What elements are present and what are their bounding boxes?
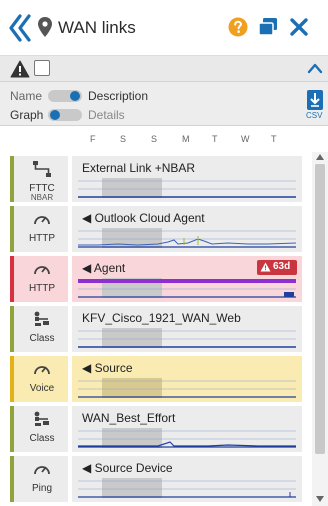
sensor-name: External Link +NBAR bbox=[82, 161, 196, 175]
sensor-sparkline bbox=[78, 228, 296, 248]
sensor-name: ◀ Agent bbox=[82, 261, 125, 275]
sensor-type-tile: Ping bbox=[14, 456, 70, 502]
name-description-toggle-row: Name Description bbox=[10, 87, 148, 105]
csv-label: CSV bbox=[306, 111, 323, 120]
caret-left-icon: ◀ bbox=[82, 261, 94, 275]
sensor-type-label: Class bbox=[29, 333, 55, 344]
sensor-type-label: Voice bbox=[29, 383, 55, 394]
network-icon bbox=[33, 161, 51, 177]
sensor-type-tile: Class bbox=[14, 406, 70, 452]
day-label: F bbox=[90, 134, 96, 144]
sensor-type-tile: Voice bbox=[14, 356, 70, 402]
scroll-up-icon[interactable] bbox=[316, 154, 324, 160]
warning-icon bbox=[10, 60, 30, 78]
class-icon bbox=[34, 411, 49, 426]
graph-details-toggle[interactable] bbox=[48, 109, 82, 121]
sensor-sparkline bbox=[78, 278, 296, 298]
sensor-list: FTTC NBAR External Link +NBAR HTTP ◀ Out bbox=[0, 152, 312, 506]
sensor-name-text: Source Device bbox=[94, 461, 173, 475]
sensor-name: ◀ Source Device bbox=[82, 461, 173, 475]
sensor-panel: ◀ Source Device bbox=[72, 456, 302, 502]
gauge-icon bbox=[34, 216, 50, 225]
sensor-sparkline bbox=[78, 428, 296, 448]
details-option-label: Details bbox=[88, 108, 125, 122]
sensor-sparkline bbox=[78, 478, 296, 498]
sensor-panel: KFV_Cisco_1921_WAN_Web bbox=[72, 306, 302, 352]
description-option-label: Description bbox=[88, 89, 149, 103]
scroll-thumb[interactable] bbox=[315, 164, 325, 454]
toggle-knob bbox=[50, 110, 60, 120]
sensor-type-tile: HTTP bbox=[14, 206, 70, 252]
day-label: S bbox=[120, 134, 127, 144]
scroll-down-icon[interactable] bbox=[316, 496, 324, 502]
sensor-name: KFV_Cisco_1921_WAN_Web bbox=[82, 311, 241, 325]
sensor-type-label: HTTP bbox=[28, 233, 56, 244]
sensor-sparkline bbox=[78, 178, 296, 198]
windows-icon[interactable] bbox=[257, 16, 279, 38]
sensor-row[interactable]: HTTP ◀ Outlook Cloud Agent bbox=[10, 206, 302, 252]
chevron-up-icon[interactable] bbox=[307, 62, 323, 74]
header: WAN links bbox=[0, 0, 328, 56]
warning-filter-checkbox[interactable] bbox=[34, 60, 50, 76]
day-label: M bbox=[182, 134, 190, 144]
sensor-sparkline bbox=[78, 328, 296, 348]
gauge-icon bbox=[34, 266, 50, 275]
toggle-knob bbox=[70, 91, 80, 101]
sensor-row[interactable]: Class WAN_Best_Effort bbox=[10, 406, 302, 452]
day-label: T bbox=[271, 134, 277, 144]
gauge-icon bbox=[34, 366, 50, 375]
scrollbar[interactable] bbox=[312, 152, 328, 506]
name-description-toggle[interactable] bbox=[48, 90, 82, 102]
sensor-name: WAN_Best_Effort bbox=[82, 411, 176, 425]
sensor-type-label: Class bbox=[29, 433, 55, 444]
caret-left-icon: ◀ bbox=[82, 461, 95, 475]
sensor-type-tile: Class bbox=[14, 306, 70, 352]
sensor-row[interactable]: FTTC NBAR External Link +NBAR bbox=[10, 156, 302, 202]
sensor-type-sublabel: NBAR bbox=[30, 193, 54, 202]
alert-badge: 63d bbox=[257, 260, 297, 275]
day-axis: F S S M T W T bbox=[78, 134, 304, 148]
caret-left-icon: ◀ bbox=[82, 211, 95, 225]
sensor-type-tile: FTTC NBAR bbox=[14, 156, 70, 202]
sensor-row[interactable]: Class KFV_Cisco_1921_WAN_Web bbox=[10, 306, 302, 352]
caret-left-icon: ◀ bbox=[82, 361, 95, 375]
sensor-row-warning[interactable]: Voice ◀ Source bbox=[10, 356, 302, 402]
graph-option-label: Graph bbox=[10, 108, 44, 122]
alert-duration: 63d bbox=[273, 261, 291, 272]
sensor-panel: External Link +NBAR bbox=[72, 156, 302, 202]
help-icon[interactable] bbox=[228, 17, 248, 37]
name-option-label: Name bbox=[10, 89, 43, 103]
sensor-sparkline bbox=[78, 378, 296, 398]
sensor-name-text: Outlook Cloud Agent bbox=[94, 211, 205, 225]
close-icon[interactable] bbox=[289, 17, 309, 37]
day-label: S bbox=[151, 134, 158, 144]
sensor-type-tile: HTTP bbox=[14, 256, 70, 302]
options-panel: Name Description Graph Details CSV bbox=[0, 82, 328, 126]
graph-details-toggle-row: Graph Details bbox=[10, 106, 125, 124]
sensor-panel: ◀ Agent 63d bbox=[72, 256, 302, 302]
day-label: T bbox=[212, 134, 218, 144]
sensor-type-label: HTTP bbox=[28, 283, 56, 294]
warning-icon bbox=[260, 262, 271, 272]
sensor-name: ◀ Outlook Cloud Agent bbox=[82, 211, 205, 225]
sensor-panel: ◀ Outlook Cloud Agent bbox=[72, 206, 302, 252]
page-title: WAN links bbox=[58, 18, 136, 37]
class-icon bbox=[34, 311, 49, 326]
filter-bar bbox=[0, 56, 328, 82]
sensor-type-label: Ping bbox=[31, 483, 52, 494]
sensor-row[interactable]: Ping ◀ Source Device bbox=[10, 456, 302, 502]
sensor-panel: WAN_Best_Effort bbox=[72, 406, 302, 452]
day-label: W bbox=[241, 134, 250, 144]
sensor-row-alert[interactable]: HTTP ◀ Agent 63d bbox=[10, 256, 302, 302]
gauge-icon bbox=[34, 466, 50, 475]
sensor-panel: ◀ Source bbox=[72, 356, 302, 402]
sensor-name-text: Source bbox=[94, 361, 133, 375]
sensor-name: ◀ Source bbox=[82, 361, 133, 375]
location-pin-icon bbox=[38, 17, 52, 37]
sensor-name-text: Agent bbox=[93, 261, 126, 275]
double-chevron-left-icon[interactable] bbox=[8, 14, 32, 42]
